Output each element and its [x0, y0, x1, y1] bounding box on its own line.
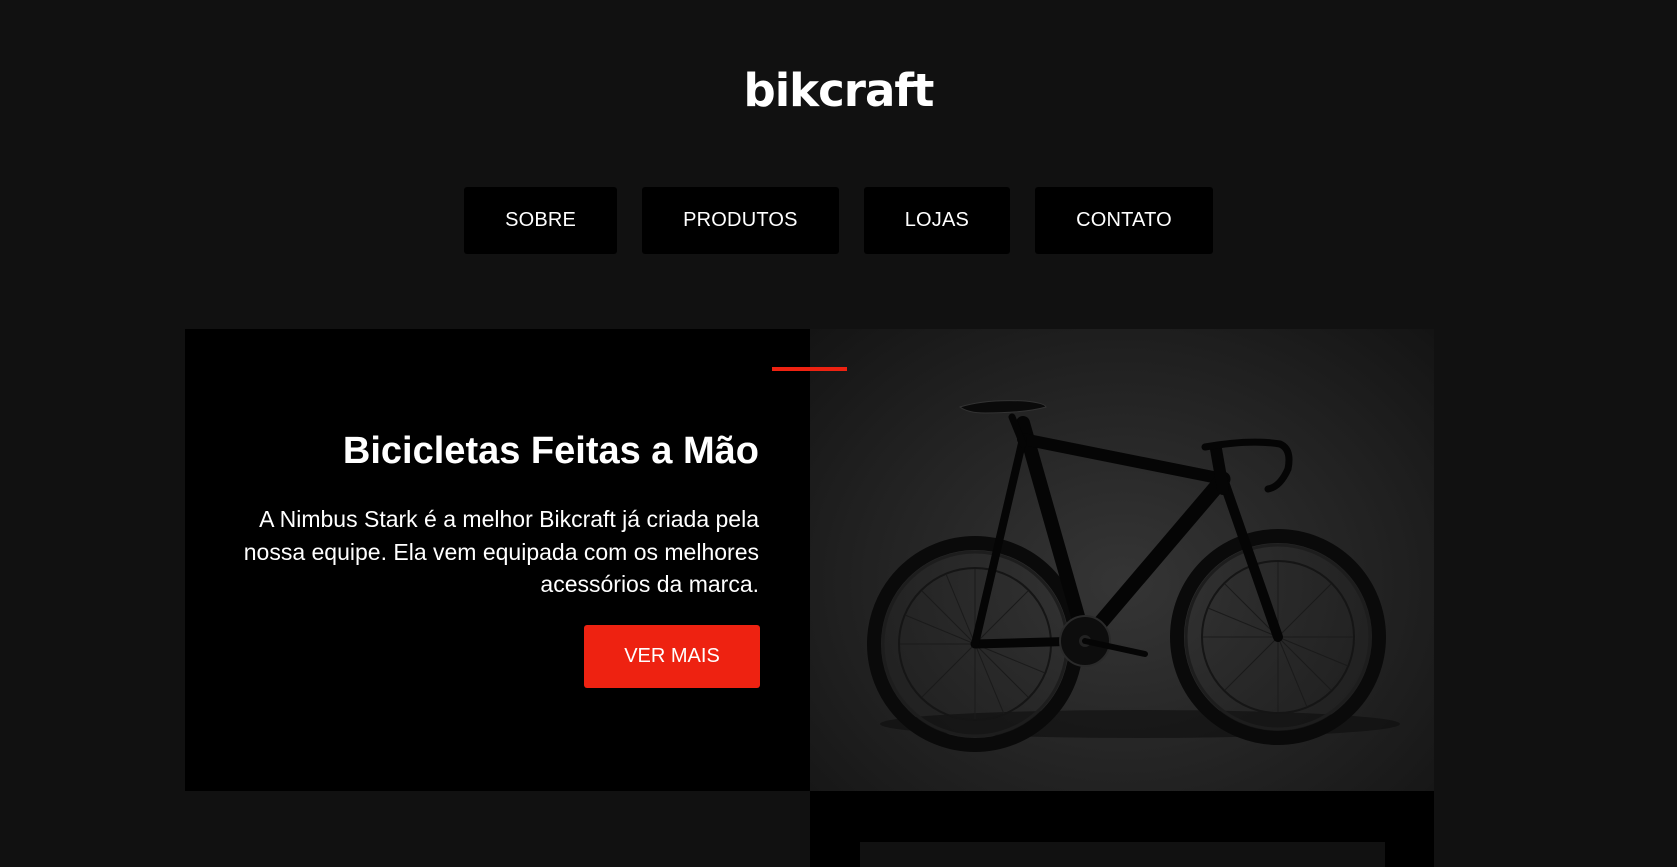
- crankset: [1059, 615, 1148, 667]
- saddle: [958, 400, 1047, 414]
- bicycle-illustration: [867, 400, 1400, 752]
- page: bikcraft SOBRE PRODUTOS LOJAS CONTATO Bi…: [0, 0, 1677, 867]
- accent-line: [772, 367, 847, 371]
- nav-item-lojas[interactable]: LOJAS: [863, 187, 1011, 254]
- main-nav: SOBRE PRODUTOS LOJAS CONTATO: [0, 187, 1677, 254]
- site-logo[interactable]: bikcraft: [0, 64, 1677, 117]
- bicycle-frame: [970, 413, 1283, 649]
- nav-item-sobre[interactable]: SOBRE: [464, 187, 618, 254]
- nav-item-produtos[interactable]: PRODUTOS: [642, 187, 839, 254]
- nav-item-contato[interactable]: CONTATO: [1035, 187, 1213, 254]
- intro-title: Bicicletas Feitas a Mão: [342, 430, 759, 472]
- bicycle-image: [810, 329, 1434, 791]
- next-section-inner: [860, 842, 1385, 867]
- intro-description: A Nimbus Stark é a melhor Bikcraft já cr…: [243, 506, 759, 597]
- ver-mais-button[interactable]: VER MAIS: [584, 625, 760, 688]
